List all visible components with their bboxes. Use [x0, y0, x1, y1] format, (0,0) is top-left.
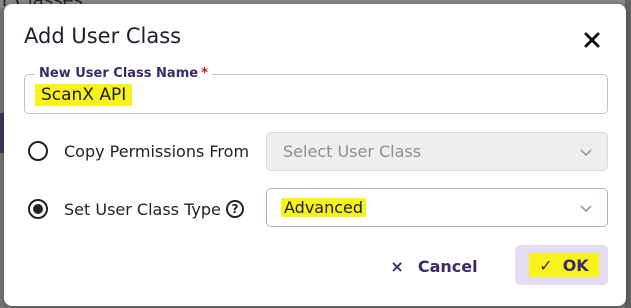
- user-class-type-radio[interactable]: [28, 199, 48, 219]
- copy-permissions-select: Select User Class: [266, 132, 608, 171]
- close-icon: [584, 32, 600, 48]
- user-class-type-select-value: Advanced: [281, 198, 367, 217]
- copy-permissions-label: Copy Permissions From: [64, 142, 250, 161]
- cancel-icon: ×: [390, 256, 404, 276]
- copy-permissions-select-value: Select User Class: [283, 142, 422, 161]
- check-icon: ✓: [539, 255, 553, 275]
- required-mark: *: [201, 66, 208, 81]
- user-class-name-field[interactable]: New User Class Name * ScanX API: [24, 66, 608, 114]
- dialog-title: Add User Class: [24, 24, 182, 48]
- user-class-type-label: Set User Class Type: [64, 200, 221, 219]
- user-class-type-select[interactable]: Advanced: [266, 188, 608, 227]
- chevron-down-icon: [580, 205, 592, 213]
- close-button[interactable]: [578, 26, 606, 54]
- help-icon[interactable]: ?: [226, 200, 244, 218]
- cancel-button[interactable]: × Cancel: [384, 247, 484, 285]
- user-class-name-value: ScanX API: [35, 84, 133, 106]
- copy-permissions-radio[interactable]: [28, 141, 48, 161]
- cancel-label: Cancel: [417, 256, 478, 276]
- ok-button-content: ✓ OK: [529, 253, 599, 277]
- user-class-name-label: New User Class Name *: [35, 66, 212, 81]
- chevron-down-icon: [580, 149, 592, 157]
- add-user-class-dialog: Add User Class New User Class Name * Scan…: [4, 4, 626, 306]
- ok-button[interactable]: ✓ OK: [515, 245, 608, 285]
- ok-label: OK: [562, 255, 589, 275]
